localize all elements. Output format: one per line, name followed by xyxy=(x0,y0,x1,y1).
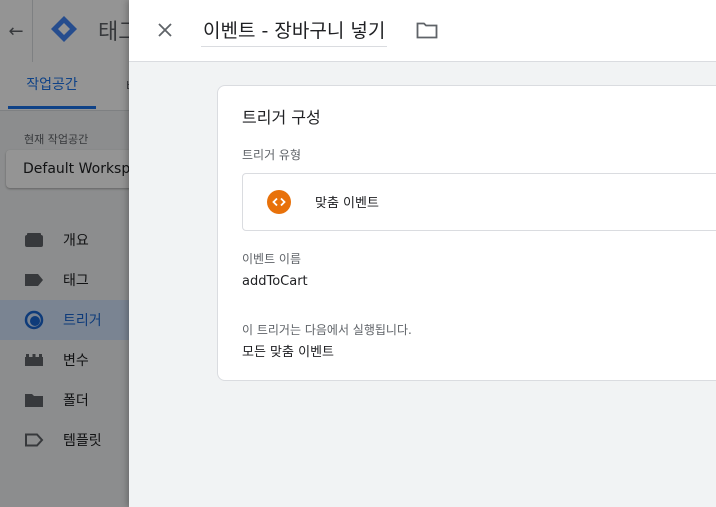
trigger-editor-panel: 이벤트 - 장바구니 넣기 트리거 구성 트리거 유형 맞춤 이벤트 이벤트 이… xyxy=(129,0,716,507)
close-button[interactable] xyxy=(151,16,179,44)
custom-event-icon xyxy=(267,190,291,214)
trigger-type-value: 맞춤 이벤트 xyxy=(315,196,379,211)
fires-on-value: 모든 맞춤 이벤트 xyxy=(242,345,334,360)
panel-header: 이벤트 - 장바구니 넣기 xyxy=(129,0,716,62)
trigger-configuration-card[interactable]: 트리거 구성 트리거 유형 맞춤 이벤트 이벤트 이름 addToCart 이 … xyxy=(217,85,716,381)
fires-on-label: 이 트리거는 다음에서 실행됩니다. xyxy=(242,323,412,337)
event-name-label: 이벤트 이름 xyxy=(242,252,302,266)
card-title: 트리거 구성 xyxy=(242,108,321,127)
folder-button[interactable] xyxy=(415,18,439,42)
trigger-type-selector[interactable]: 맞춤 이벤트 xyxy=(242,173,716,231)
trigger-type-label: 트리거 유형 xyxy=(242,148,302,162)
event-name-value: addToCart xyxy=(242,274,308,289)
folder-icon xyxy=(416,22,438,39)
close-icon xyxy=(158,23,172,37)
trigger-name-input[interactable]: 이벤트 - 장바구니 넣기 xyxy=(201,13,388,47)
